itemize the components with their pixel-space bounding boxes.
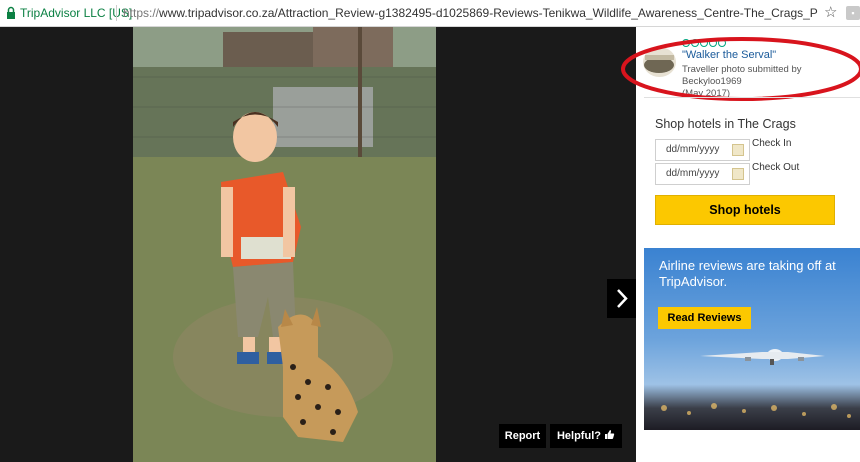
read-reviews-button[interactable]: Read Reviews [658,307,751,329]
check-in-placeholder: dd/mm/yyyy [666,144,720,155]
review-photo [133,27,436,462]
calendar-icon[interactable] [732,144,744,156]
url-text[interactable]: https://www.tripadvisor.co.za/Attraction… [123,6,818,20]
url-scheme: https:// [123,6,160,20]
address-divider [116,5,117,21]
check-out-label: Check Out [752,162,800,173]
url-path: www.tripadvisor.co.za/Attraction_Review-… [159,6,818,20]
chevron-right-icon [617,289,628,308]
lock-icon [7,6,15,19]
photo-viewer: Report Helpful? [0,27,636,462]
calendar-icon[interactable] [732,168,744,180]
helpful-button[interactable]: Helpful? [550,424,622,448]
report-button[interactable]: Report [499,424,546,448]
helpful-label: Helpful? [556,430,601,442]
check-out-field[interactable]: dd/mm/yyyy [655,163,750,185]
shop-hotels-title: Shop hotels in The Crags [655,117,796,131]
check-in-label: Check In [752,138,792,149]
highlight-annotation [621,37,860,101]
address-bar[interactable]: TripAdvisor LLC [US] https://www.tripadv… [0,0,860,27]
check-out-placeholder: dd/mm/yyyy [666,168,720,179]
check-in-field[interactable]: dd/mm/yyyy [655,139,750,161]
shop-hotels-button[interactable]: Shop hotels [655,195,835,225]
thumbs-up-icon [605,430,615,439]
sidebar-divider [644,97,860,98]
airplane-icon [700,349,825,365]
star-icon[interactable]: ☆ [824,3,837,21]
ad-headline: Airline reviews are taking off at TripAd… [659,258,836,289]
next-photo-button[interactable] [607,279,636,318]
extension-icon[interactable]: ▪ [846,6,860,20]
